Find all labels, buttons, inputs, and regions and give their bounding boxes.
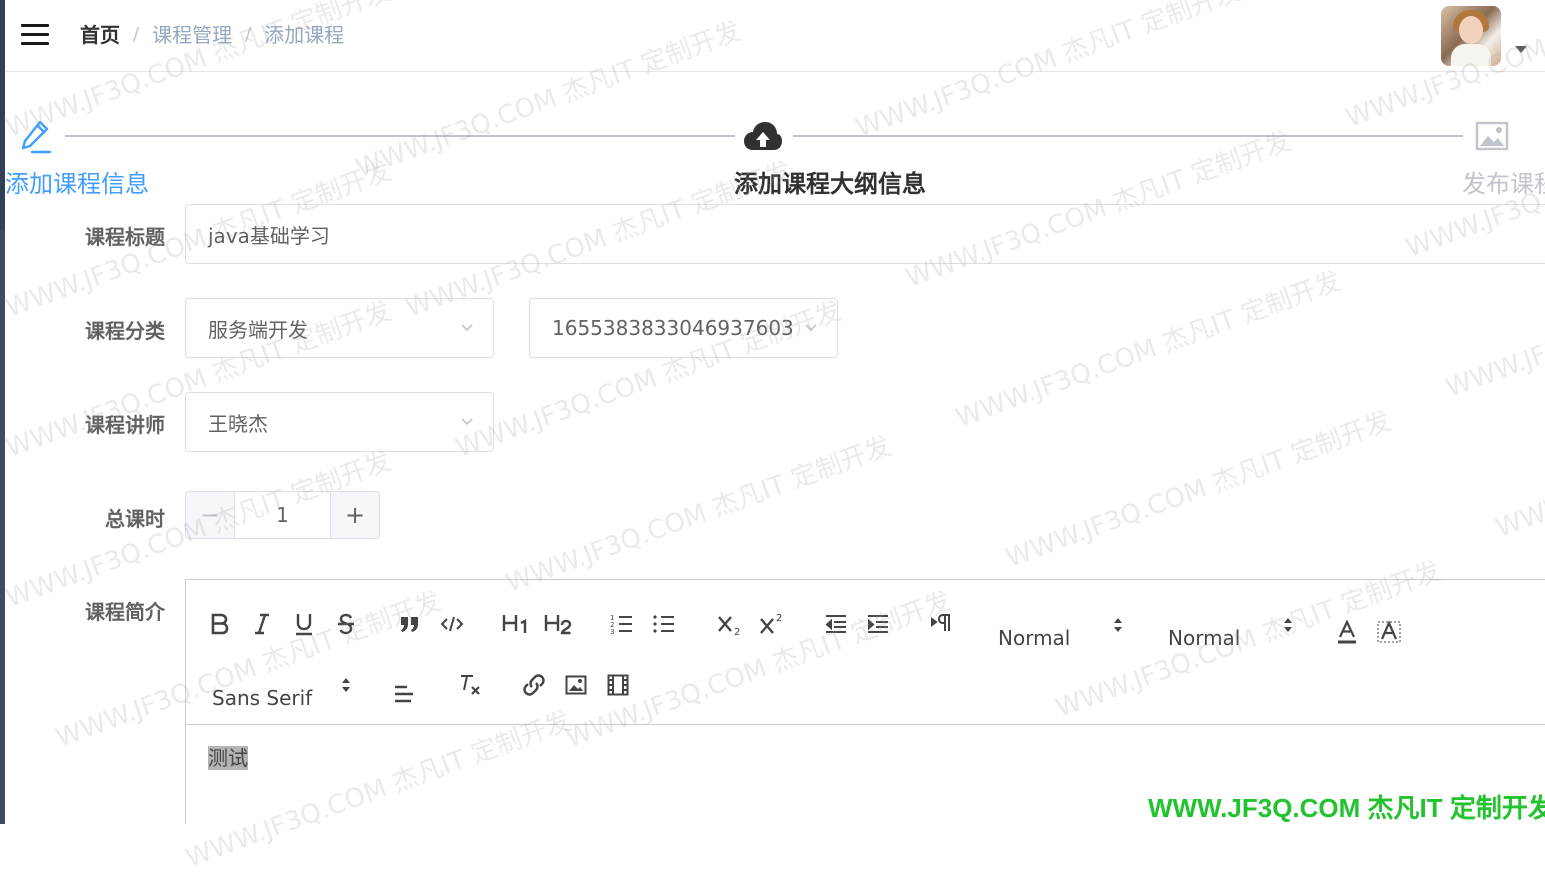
watermark: WWW.JF3Q.COM 杰凡IT 定制开发 <box>1492 376 1545 544</box>
align-icon[interactable] <box>390 680 418 708</box>
title-label: 课程标题 <box>85 225 165 249</box>
italic-icon[interactable] <box>248 610 276 638</box>
subscript-icon[interactable]: 2 <box>716 610 744 638</box>
breadcrumb-separator: / <box>133 24 140 45</box>
decrease-button[interactable]: − <box>186 492 235 538</box>
updown-icon <box>1114 618 1122 632</box>
step-connector <box>65 135 735 137</box>
caret-down-icon[interactable] <box>1515 46 1527 53</box>
step-title-publish: 发布课程 <box>1462 170 1545 198</box>
heading-1-icon[interactable] <box>500 610 532 638</box>
breadcrumb-add-course: 添加课程 <box>264 23 345 47</box>
link-icon[interactable] <box>520 671 548 699</box>
lessons-stepper[interactable]: − 1 + <box>185 491 380 539</box>
strikethrough-icon[interactable] <box>332 610 360 638</box>
text-color-icon[interactable] <box>1334 618 1360 646</box>
description-label: 课程简介 <box>85 600 165 624</box>
video-icon[interactable] <box>604 671 632 699</box>
hamburger-menu-icon[interactable] <box>19 22 51 48</box>
breadcrumb-home[interactable]: 首页 <box>80 22 120 48</box>
superscript-icon[interactable]: 2 <box>758 610 786 638</box>
category-label: 课程分类 <box>85 319 165 343</box>
updown-icon <box>342 678 350 692</box>
updown-icon <box>1284 618 1292 632</box>
course-title-input[interactable]: java基础学习 <box>185 204 1545 264</box>
breadcrumb-course-management: 课程管理 <box>152 23 233 47</box>
underline-icon[interactable] <box>290 610 318 638</box>
lessons-value[interactable]: 1 <box>235 492 330 538</box>
lessons-label: 总课时 <box>105 507 165 531</box>
clear-format-icon[interactable] <box>456 671 484 699</box>
step-connector <box>793 135 1463 137</box>
category-level2-value: 1655383833046937603 <box>552 316 794 340</box>
blockquote-icon[interactable] <box>396 610 424 638</box>
step-title-course-info: 添加课程信息 <box>5 170 149 198</box>
teacher-value: 王晓杰 <box>208 411 268 436</box>
bold-icon[interactable] <box>206 610 234 638</box>
watermark: WWW.JF3Q.COM 杰凡IT 定制开发 <box>952 266 1346 434</box>
picture-icon <box>1472 116 1512 156</box>
corner-watermark: WWW.JF3Q.COM 杰凡IT 定制开发 <box>1148 793 1545 823</box>
svg-text:2: 2 <box>776 613 782 624</box>
category-level2-select[interactable]: 1655383833046937603 <box>529 298 838 358</box>
increase-button[interactable]: + <box>330 492 379 538</box>
step-title-outline-info: 添加课程大纲信息 <box>734 170 926 198</box>
course-title-value: java基础学习 <box>208 223 330 248</box>
heading-2-icon[interactable] <box>542 610 574 638</box>
text-direction-icon[interactable] <box>928 610 956 638</box>
navbar: 首页 / 课程管理 / 添加课程 <box>5 0 1545 72</box>
chevron-down-icon <box>461 324 473 332</box>
category-level1-select[interactable]: 服务端开发 <box>185 298 494 358</box>
watermark: WWW.JF3Q.COM 杰凡IT 定制开发 <box>502 431 896 599</box>
background-color-icon[interactable] <box>1376 618 1402 646</box>
category-level1-value: 服务端开发 <box>208 317 308 342</box>
indent-icon[interactable] <box>864 610 892 638</box>
chevron-down-icon <box>805 324 817 332</box>
edit-icon <box>15 116 55 156</box>
bullet-list-icon[interactable] <box>650 610 678 638</box>
code-block-icon[interactable] <box>438 610 466 638</box>
image-icon[interactable] <box>562 671 590 699</box>
header-select[interactable]: Normal <box>1168 626 1240 650</box>
editor-text: 测试 <box>208 746 248 770</box>
editor-toolbar: 123 2 2 Normal Normal Sans Serif <box>186 580 1545 725</box>
breadcrumb: 首页 / 课程管理 / 添加课程 <box>80 22 344 48</box>
user-avatar[interactable] <box>1441 6 1501 66</box>
size-select[interactable]: Normal <box>998 626 1070 650</box>
outdent-icon[interactable] <box>822 610 850 638</box>
svg-text:3: 3 <box>610 628 614 635</box>
watermark: WWW.JF3Q.COM 杰凡IT 定制开发 <box>1002 406 1396 574</box>
course-steps: 添加课程信息 添加课程大纲信息 发布课程 <box>5 100 1545 210</box>
breadcrumb-separator: / <box>245 24 252 45</box>
editor-content[interactable]: 测试 <box>208 742 248 771</box>
ordered-list-icon[interactable]: 123 <box>608 610 636 638</box>
font-select[interactable]: Sans Serif <box>212 686 312 710</box>
chevron-down-icon <box>461 418 473 426</box>
upload-cloud-icon <box>743 116 783 156</box>
svg-text:2: 2 <box>734 627 740 636</box>
teacher-select[interactable]: 王晓杰 <box>185 392 494 452</box>
teacher-label: 课程讲师 <box>85 413 165 437</box>
